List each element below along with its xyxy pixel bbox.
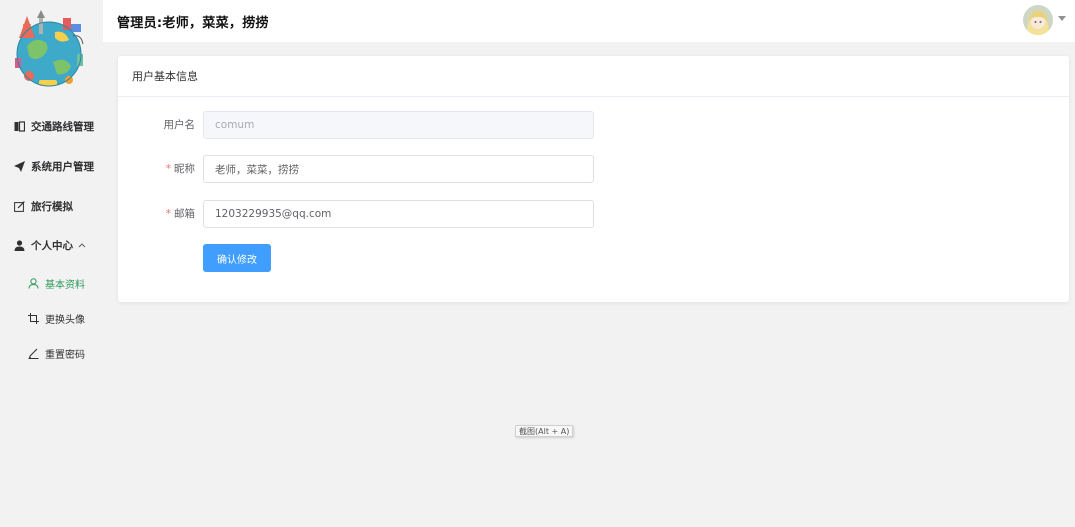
sidebar-subitem-label: 重置密码 bbox=[45, 349, 85, 361]
form-row-email: * 邮箱 bbox=[118, 200, 1069, 228]
sidebar-subitem-reset-password[interactable]: 重置密码 bbox=[0, 342, 103, 364]
sidebar-subitem-change-avatar[interactable]: 更换头像 bbox=[0, 307, 103, 329]
sidebar-item-user-management[interactable]: 系统用户管理 bbox=[0, 154, 103, 178]
user-avatar[interactable] bbox=[1023, 5, 1053, 35]
sidebar-subitem-label: 基本资料 bbox=[45, 279, 85, 291]
sidebar: 交通路线管理 系统用户管理 旅行模拟 个人中心 基本资料 更换头像 重置密码 bbox=[0, 0, 103, 527]
required-mark: * bbox=[165, 208, 171, 220]
pen-icon bbox=[27, 347, 39, 359]
card-title: 用户基本信息 bbox=[118, 56, 1069, 97]
required-mark: * bbox=[165, 163, 171, 175]
email-field[interactable] bbox=[203, 200, 594, 228]
sidebar-subitem-basic-info[interactable]: 基本资料 bbox=[0, 272, 103, 294]
confirm-edit-button[interactable]: 确认修改 bbox=[203, 244, 271, 272]
app-logo[interactable] bbox=[9, 10, 89, 94]
sidebar-item-travel-simulation[interactable]: 旅行模拟 bbox=[0, 194, 103, 218]
form-row-nickname: * 昵称 bbox=[118, 155, 1069, 183]
sidebar-item-label: 个人中心 bbox=[31, 239, 73, 252]
nickname-label: * 昵称 bbox=[165, 163, 195, 175]
profile-card: 用户基本信息 用户名 *昵称 *邮箱 确认修改 bbox=[118, 56, 1069, 302]
user-outline-icon bbox=[27, 277, 39, 289]
book-icon bbox=[13, 120, 25, 132]
sidebar-subitem-label: 更换头像 bbox=[45, 314, 85, 326]
paper-plane-icon bbox=[13, 160, 25, 172]
crop-icon bbox=[27, 312, 39, 324]
sidebar-item-route-management[interactable]: 交通路线管理 bbox=[0, 114, 103, 138]
sidebar-item-personal-center[interactable]: 个人中心 bbox=[0, 233, 103, 257]
edit-icon bbox=[13, 200, 25, 212]
caret-down-icon[interactable] bbox=[1058, 15, 1066, 24]
top-header: 管理员:老师，菜菜，捞捞 bbox=[103, 0, 1075, 42]
email-label: * 邮箱 bbox=[165, 208, 195, 220]
username-field[interactable] bbox=[203, 111, 594, 139]
sidebar-item-label: 旅行模拟 bbox=[31, 200, 73, 213]
chevron-up-icon bbox=[78, 241, 86, 250]
sidebar-item-label: 系统用户管理 bbox=[31, 160, 94, 173]
form-row-username: 用户名 bbox=[118, 111, 1069, 139]
admin-title: 管理员:老师，菜菜，捞捞 bbox=[117, 16, 269, 31]
nickname-field[interactable] bbox=[203, 155, 594, 183]
user-icon bbox=[13, 239, 25, 251]
avatar-image bbox=[1023, 5, 1053, 35]
screenshot-tooltip: 截图(Alt + A) bbox=[515, 425, 574, 437]
sidebar-item-label: 交通路线管理 bbox=[31, 120, 94, 133]
globe-logo-image bbox=[15, 10, 84, 87]
username-label: 用户名 bbox=[163, 119, 196, 131]
